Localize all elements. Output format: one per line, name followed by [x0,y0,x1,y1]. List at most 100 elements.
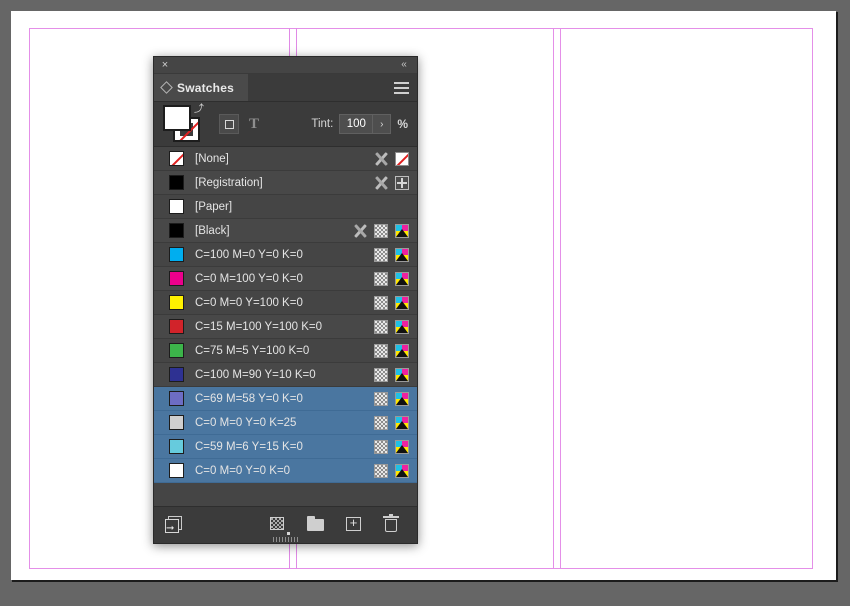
swatch-row[interactable]: C=100 M=0 Y=0 K=0 [154,243,417,267]
tint-stepper-icon[interactable]: › [373,115,390,133]
panel-resize-grip[interactable] [272,537,299,542]
swatch-color-chip[interactable] [169,199,184,214]
cmyk-process-icon [395,367,409,382]
tint-control[interactable]: Tint: 100 › % [311,114,408,134]
tint-checker-icon [374,295,388,310]
folder-icon [307,516,324,531]
new-color-group-button[interactable] [269,516,290,535]
swatch-color-chip[interactable] [169,391,184,406]
swatch-row[interactable]: [Registration] [154,171,417,195]
swatch-name-label: C=100 M=90 Y=10 K=0 [195,368,316,381]
fill-stroke-proxy[interactable]: ⤴ [163,104,207,143]
swatch-row-icons [374,343,409,358]
swatch-color-chip[interactable] [169,367,184,382]
cmyk-process-icon [395,247,409,262]
guide-vertical-inner-left [553,28,554,569]
text-formatting-button[interactable]: T [249,116,259,133]
tint-input-group[interactable]: 100 › [339,114,392,134]
lock-icon [353,224,367,238]
swatch-color-chip[interactable] [169,463,184,478]
swatch-row-icons [374,151,409,166]
tint-checker-icon [374,391,388,406]
swatch-name-label: C=0 M=0 Y=100 K=0 [195,296,303,309]
tint-checker-icon [374,439,388,454]
panel-menu-icon[interactable] [394,82,409,94]
new-swatch-button[interactable] [345,515,365,534]
swap-fill-stroke-icon[interactable]: ⤴ [194,104,205,115]
swatch-row-icons [374,175,409,190]
document-canvas[interactable] [0,0,850,606]
swatch-row[interactable]: C=0 M=100 Y=0 K=0 [154,267,417,291]
tint-checker-icon [374,271,388,286]
cmyk-process-icon [395,439,409,454]
swatch-row[interactable]: [None] [154,147,417,171]
guide-horizontal-top [29,28,812,29]
swatch-row-icons [374,367,409,382]
lock-icon [374,176,388,190]
tint-label: Tint: [311,118,334,130]
swatch-row-icons [374,247,409,262]
swatch-row-icons [374,439,409,454]
swatch-name-label: C=0 M=100 Y=0 K=0 [195,272,303,285]
swatch-row[interactable]: C=59 M=6 Y=15 K=0 [154,435,417,459]
delete-swatch-button[interactable] [383,514,403,534]
swatch-row[interactable]: C=0 M=0 Y=0 K=0 [154,459,417,483]
swatch-row-icons [353,223,409,238]
swatches-control-strip[interactable]: ⤴ T Tint: 100 › % [154,102,417,147]
swatch-color-chip[interactable] [169,439,184,454]
close-icon[interactable]: × [159,59,171,71]
show-all-swatches-button[interactable]: ➞ [164,516,184,534]
color-group-dot-icon [287,532,290,535]
swatch-row-icons [374,415,409,430]
swatch-row[interactable]: C=75 M=5 Y=100 K=0 [154,339,417,363]
swatch-row-icons [374,319,409,334]
swatches-panel[interactable]: × « Swatches ⤴ T Tint: 100 › % [None] [R… [153,56,418,544]
swatch-row[interactable]: C=69 M=58 Y=0 K=0 [154,387,417,411]
swatch-name-label: C=15 M=100 Y=100 K=0 [195,320,323,333]
tint-checker-icon [374,343,388,358]
swatch-color-chip[interactable] [169,223,184,238]
guide-vertical-left-margin [29,28,30,569]
swatch-name-label: C=0 M=0 Y=0 K=0 [195,464,291,477]
panel-tab-row[interactable]: Swatches [154,74,417,102]
page-spread[interactable] [11,11,836,580]
swatch-row[interactable]: C=100 M=90 Y=10 K=0 [154,363,417,387]
swatch-color-chip[interactable] [169,295,184,310]
swatch-list[interactable]: [None] [Registration] [Paper] [Black] C=100 … [154,147,417,506]
cmyk-process-icon [395,415,409,430]
fill-proxy-swatch[interactable] [163,105,191,131]
tint-checker-icon [374,463,388,478]
swatches-footer-toolbar[interactable]: ➞ [154,506,417,543]
swatch-color-chip[interactable] [169,175,184,190]
swatch-row[interactable]: C=0 M=0 Y=100 K=0 [154,291,417,315]
swatch-row[interactable]: [Paper] [154,195,417,219]
tab-swatches[interactable]: Swatches [154,74,248,101]
swatch-color-chip[interactable] [169,247,184,262]
swatch-color-chip[interactable] [169,415,184,430]
panel-title-bar[interactable]: × « [154,57,417,74]
swatch-color-chip[interactable] [169,343,184,358]
swatch-name-label: [Paper] [195,200,233,213]
container-formatting-button[interactable] [219,114,239,134]
cmyk-process-icon [395,295,409,310]
cmyk-process-icon [395,391,409,406]
collapse-panel-icon[interactable]: « [397,58,411,72]
swatch-color-chip[interactable] [169,271,184,286]
swatch-name-label: C=0 M=0 Y=0 K=25 [195,416,297,429]
swatch-color-chip[interactable] [169,319,184,334]
swatch-row-icons [374,295,409,310]
plus-icon [346,515,361,531]
tint-checker-icon [374,319,388,334]
container-square-icon [225,120,234,129]
tint-input[interactable]: 100 [340,115,374,133]
swatch-name-label: C=69 M=58 Y=0 K=0 [195,392,303,405]
new-swatch-group-button[interactable] [307,516,327,534]
tint-checker-icon [374,223,388,238]
swatch-row[interactable]: C=0 M=0 Y=0 K=25 [154,411,417,435]
swatch-name-label: C=59 M=6 Y=15 K=0 [195,440,303,453]
swatch-color-chip[interactable] [169,151,184,166]
swatch-row[interactable]: C=15 M=100 Y=100 K=0 [154,315,417,339]
cmyk-process-icon [395,343,409,358]
cmyk-process-icon [395,271,409,286]
swatch-row[interactable]: [Black] [154,219,417,243]
